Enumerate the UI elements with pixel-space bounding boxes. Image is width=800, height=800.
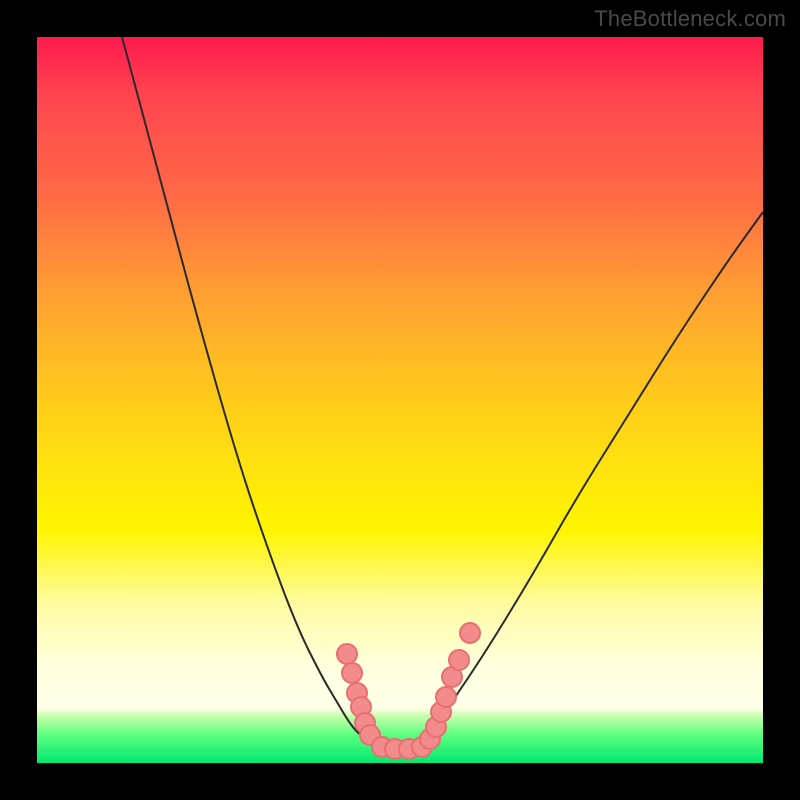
left-dot-1 [337, 644, 357, 664]
plot-area [37, 37, 763, 763]
left-dot-2 [342, 663, 362, 683]
right-dot-4 [436, 687, 456, 707]
right-dot-7 [460, 623, 480, 643]
chart-container: TheBottleneck.com [0, 0, 800, 800]
right-dot-6 [449, 650, 469, 670]
curves-svg [37, 37, 763, 763]
watermark-text: TheBottleneck.com [594, 6, 786, 32]
